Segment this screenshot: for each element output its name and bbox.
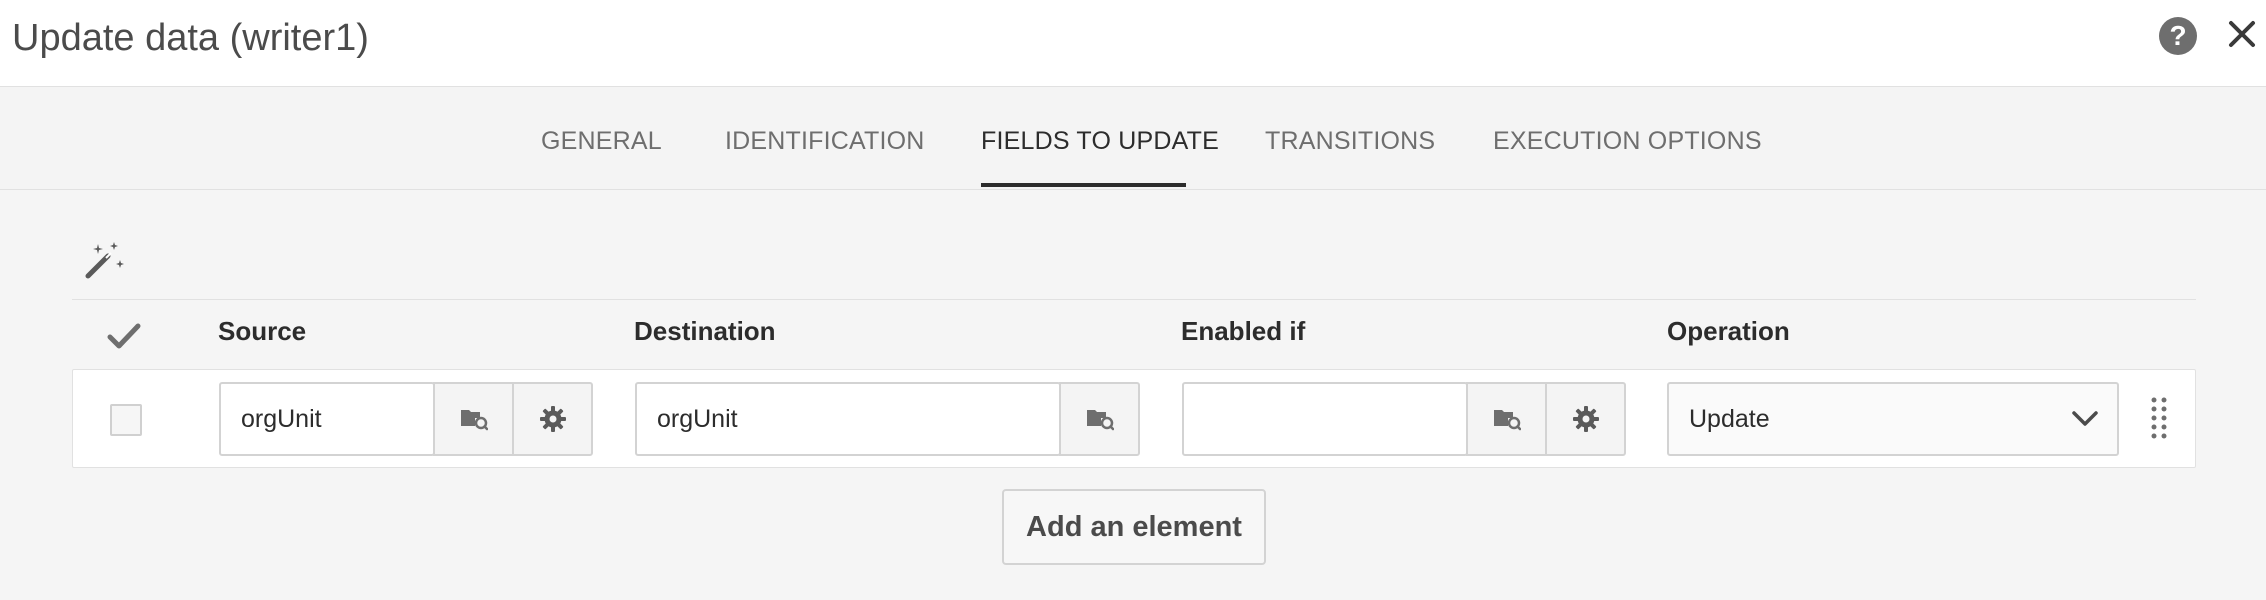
dialog-header: Update data (writer1) ? <box>0 0 2266 87</box>
drag-handle-icon[interactable] <box>2149 396 2169 440</box>
gear-icon <box>1572 406 1599 432</box>
help-icon[interactable]: ? <box>2159 17 2197 55</box>
operation-select[interactable]: Update <box>1667 382 2119 456</box>
destination-field[interactable]: orgUnit <box>635 382 1061 456</box>
folder-search-icon <box>1086 410 1114 431</box>
magic-wand-icon[interactable] <box>84 240 128 280</box>
chevron-down-icon <box>2072 411 2098 426</box>
destination-picker-button[interactable] <box>1059 382 1140 456</box>
source-field[interactable]: orgUnit <box>219 382 435 456</box>
tab-execution-options[interactable]: EXECUTION OPTIONS <box>1493 127 1762 156</box>
tab-transitions[interactable]: TRANSITIONS <box>1265 127 1435 156</box>
dialog-title: Update data (writer1) <box>12 17 369 59</box>
folder-search-icon <box>460 410 488 431</box>
enabled-if-picker-button[interactable] <box>1466 382 1547 456</box>
gear-icon <box>539 406 566 432</box>
row-checkbox[interactable] <box>110 404 142 436</box>
table-header: Source Destination Enabled if Operation <box>72 299 2196 370</box>
column-header-destination: Destination <box>634 316 776 346</box>
checkmark-icon[interactable] <box>106 318 142 354</box>
enabled-if-field[interactable] <box>1182 382 1468 456</box>
folder-search-icon <box>1493 410 1521 431</box>
close-icon[interactable] <box>2224 16 2260 52</box>
table-row: orgUnit orgUnit Update <box>72 369 2196 468</box>
column-header-source: Source <box>218 316 307 346</box>
source-settings-button[interactable] <box>512 382 593 456</box>
source-picker-button[interactable] <box>433 382 514 456</box>
operation-selected-value: Update <box>1689 405 1770 433</box>
tab-identification[interactable]: IDENTIFICATION <box>725 127 925 156</box>
column-header-operation: Operation <box>1667 316 1790 346</box>
tab-bar: GENERAL IDENTIFICATION FIELDS TO UPDATE … <box>0 87 2266 190</box>
active-tab-indicator <box>981 183 1186 187</box>
enabled-if-settings-button[interactable] <box>1545 382 1626 456</box>
column-header-enabled-if: Enabled if <box>1181 316 1306 346</box>
tab-general[interactable]: GENERAL <box>541 127 662 156</box>
tab-fields-to-update[interactable]: FIELDS TO UPDATE <box>981 127 1219 156</box>
add-element-button[interactable]: Add an element <box>1002 489 1266 565</box>
